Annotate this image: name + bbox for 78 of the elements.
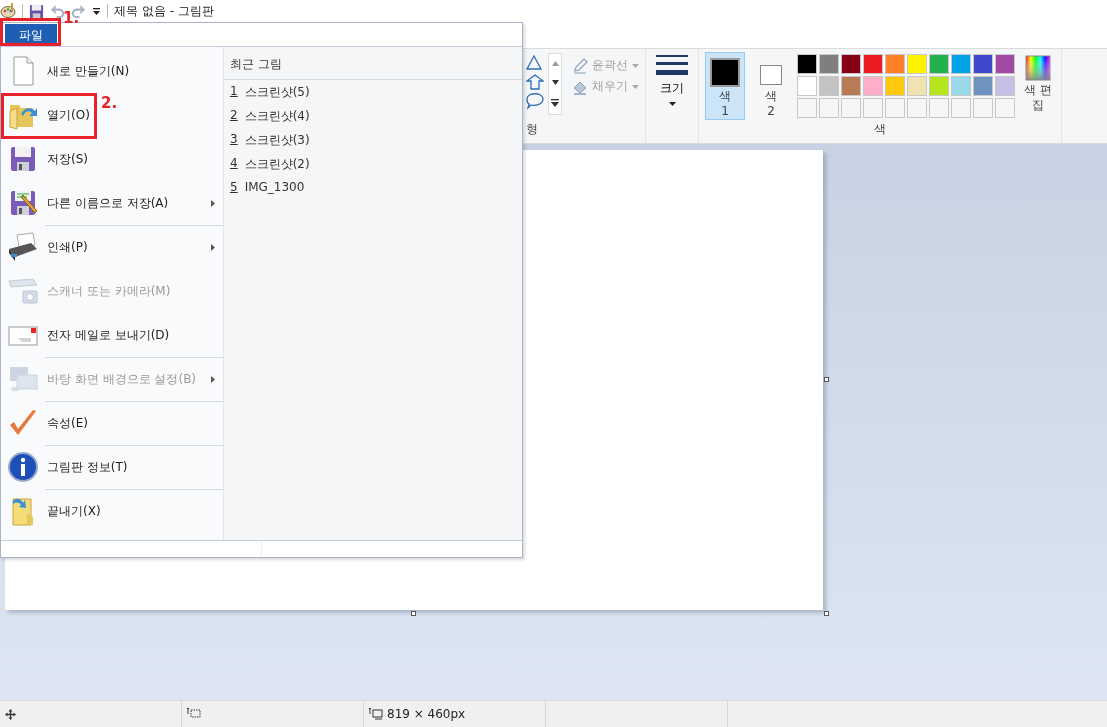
- submenu-arrow-icon: [211, 200, 215, 207]
- canvas-size-icon: [369, 708, 383, 720]
- window-title: 제목 없음 - 그림판: [114, 2, 214, 20]
- size-button[interactable]: 크기: [656, 55, 688, 106]
- info-icon: [7, 451, 39, 483]
- color-swatch[interactable]: [863, 54, 883, 74]
- file-tab[interactable]: 파일: [5, 24, 57, 46]
- color-swatch[interactable]: [907, 76, 927, 96]
- dropdown-caret-icon: [632, 84, 639, 89]
- empty-color-swatch[interactable]: [995, 98, 1015, 118]
- paint-palette-icon[interactable]: [0, 3, 16, 19]
- pencil-icon: [572, 57, 588, 74]
- color-swatch[interactable]: [819, 54, 839, 74]
- recent-file-item[interactable]: 1 스크린샷(5): [224, 80, 522, 104]
- empty-color-swatch[interactable]: [841, 98, 861, 118]
- menu-item[interactable]: 열기(O): [5, 93, 96, 137]
- printer-icon: [7, 231, 39, 263]
- empty-color-swatch[interactable]: [907, 98, 927, 118]
- step-label: 1.: [63, 9, 80, 27]
- expand-gallery-icon[interactable]: [551, 99, 559, 107]
- color-swatch[interactable]: [973, 54, 993, 74]
- color-swatch[interactable]: [841, 76, 861, 96]
- color-swatch[interactable]: [907, 54, 927, 74]
- color-swatch[interactable]: [995, 54, 1015, 74]
- empty-color-swatch[interactable]: [885, 98, 905, 118]
- color-swatch[interactable]: [841, 54, 861, 74]
- color-slot-button[interactable]: 색 2: [751, 52, 791, 120]
- undo-icon[interactable]: [50, 3, 65, 19]
- resize-handle[interactable]: [824, 377, 829, 382]
- empty-color-swatch[interactable]: [929, 98, 949, 118]
- color-spectrum-icon: [1025, 55, 1051, 81]
- scanner-camera-icon: [7, 275, 39, 307]
- menu-item[interactable]: 저장(S): [5, 137, 223, 181]
- submenu-arrow-icon: [211, 244, 215, 251]
- color-swatch[interactable]: [951, 54, 971, 74]
- color-swatch[interactable]: [819, 76, 839, 96]
- resize-handle[interactable]: [824, 611, 829, 616]
- group-label: 색: [873, 121, 887, 138]
- recent-file-item[interactable]: 3 스크린샷(3): [224, 128, 522, 152]
- menu-item[interactable]: 다른 이름으로 저장(A): [5, 181, 223, 225]
- color-swatch[interactable]: [863, 76, 883, 96]
- dropdown-caret-icon: [668, 102, 676, 106]
- color-swatch[interactable]: [929, 54, 949, 74]
- menu-item[interactable]: 새로 만들기(N): [5, 49, 223, 93]
- recent-file-item[interactable]: 4 스크린샷(2): [224, 152, 522, 176]
- scroll-up-icon[interactable]: [551, 61, 559, 66]
- line-width-icon: [656, 55, 688, 75]
- save-icon[interactable]: [29, 3, 44, 19]
- color-swatch[interactable]: [951, 76, 971, 96]
- recent-pictures-heading: 최근 그림: [224, 51, 522, 80]
- empty-color-swatch[interactable]: [819, 98, 839, 118]
- empty-color-swatch[interactable]: [797, 98, 817, 118]
- color-swatch[interactable]: [885, 76, 905, 96]
- move-cursor-icon: [5, 708, 16, 720]
- edit-colors-button[interactable]: 색 편집: [1021, 52, 1055, 113]
- color-swatch[interactable]: [885, 54, 905, 74]
- canvas-size-text: 819 × 460px: [387, 707, 466, 721]
- color-swatch[interactable]: [995, 76, 1015, 96]
- empty-color-swatch[interactable]: [951, 98, 971, 118]
- selection-size-icon: [187, 708, 201, 720]
- empty-color-swatch[interactable]: [973, 98, 993, 118]
- submenu-arrow-icon: [211, 376, 215, 383]
- step-label: 2.: [101, 94, 118, 112]
- customize-dropdown-icon[interactable]: [92, 6, 101, 16]
- color-slot-button[interactable]: 색 1: [705, 52, 745, 120]
- color-swatch[interactable]: [973, 76, 993, 96]
- scroll-down-icon[interactable]: [551, 80, 559, 85]
- dropdown-caret-icon: [632, 63, 639, 68]
- group-label: 형: [526, 121, 539, 138]
- color-swatch[interactable]: [929, 76, 949, 96]
- empty-color-swatch[interactable]: [863, 98, 883, 118]
- menu-item[interactable]: 전자 메일로 보내기(D): [5, 313, 223, 357]
- resize-handle[interactable]: [411, 611, 416, 616]
- recent-file-item[interactable]: 5 IMG_1300: [224, 176, 522, 197]
- recent-file-item[interactable]: 2 스크린샷(4): [224, 104, 522, 128]
- color-swatch[interactable]: [797, 54, 817, 74]
- color-swatch[interactable]: [797, 76, 817, 96]
- highlight-frame: [0, 18, 61, 46]
